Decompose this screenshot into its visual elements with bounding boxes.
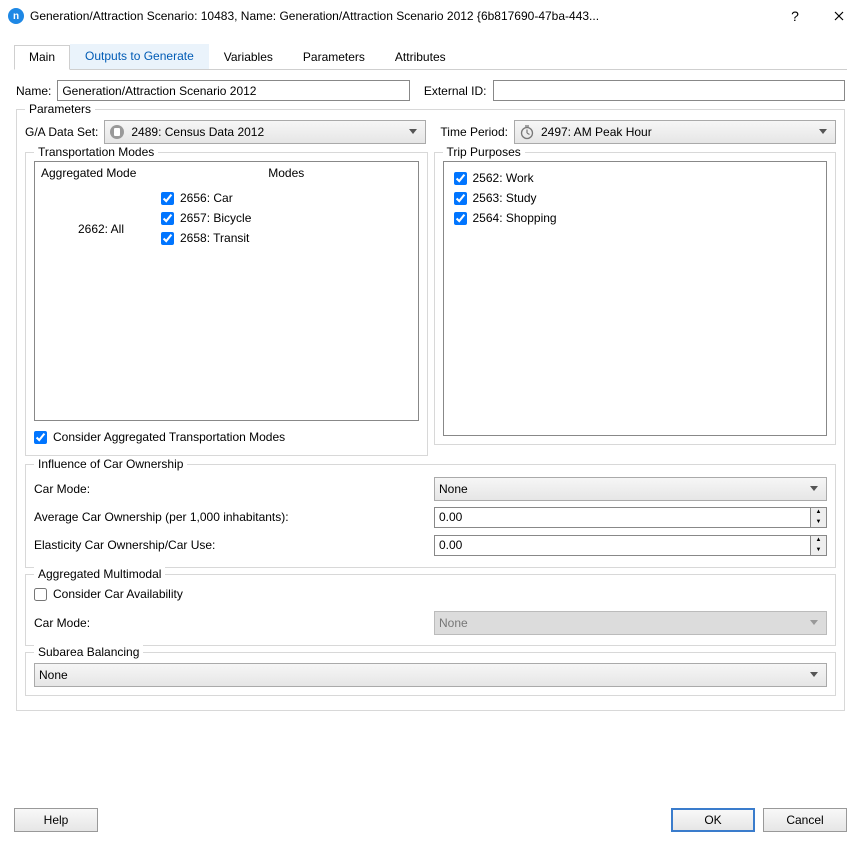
purpose-label: 2564: Shopping xyxy=(473,211,557,225)
purpose-checkbox-work[interactable] xyxy=(454,172,467,185)
influence-fieldset: Influence of Car Ownership Car Mode: Non… xyxy=(25,464,836,568)
car-mode-combo[interactable]: None xyxy=(434,477,827,501)
aggregated-mode-value: 2662: All xyxy=(41,188,161,248)
close-icon xyxy=(834,11,844,21)
external-id-label: External ID: xyxy=(424,84,487,98)
cancel-button[interactable]: Cancel xyxy=(763,808,847,832)
column-modes: Modes xyxy=(155,162,418,184)
transportation-modes-group: Transportation Modes Aggregated Mode Mod… xyxy=(25,152,428,456)
name-label: Name: xyxy=(16,84,51,98)
influence-legend: Influence of Car Ownership xyxy=(34,457,187,471)
mode-row: 2656: Car xyxy=(161,188,412,208)
tab-variables[interactable]: Variables xyxy=(209,45,288,70)
trip-purposes-legend: Trip Purposes xyxy=(443,145,525,159)
subarea-legend: Subarea Balancing xyxy=(34,645,143,659)
modes-table: Aggregated Mode Modes 2662: All 2656: Ca… xyxy=(34,161,419,421)
help-button-footer[interactable]: Help xyxy=(14,808,98,832)
subarea-fieldset: Subarea Balancing None xyxy=(25,652,836,696)
mm-car-mode-label: Car Mode: xyxy=(34,616,434,630)
subarea-combo[interactable]: None xyxy=(34,663,827,687)
column-aggregated-mode: Aggregated Mode xyxy=(35,162,155,184)
titlebar: n Generation/Attraction Scenario: 10483,… xyxy=(0,0,861,32)
time-period-combo[interactable]: 2497: AM Peak Hour xyxy=(514,120,836,144)
purpose-row: 2564: Shopping xyxy=(454,208,817,228)
subarea-value: None xyxy=(39,668,800,682)
mode-checkbox-transit[interactable] xyxy=(161,232,174,245)
trip-purposes-group: Trip Purposes 2562: Work 2563: Study xyxy=(434,152,837,445)
external-id-input[interactable] xyxy=(493,80,845,101)
name-input[interactable] xyxy=(57,80,409,101)
mode-row: 2658: Transit xyxy=(161,228,412,248)
consider-aggregated-label: Consider Aggregated Transportation Modes xyxy=(53,430,285,444)
tab-parameters[interactable]: Parameters xyxy=(288,45,380,70)
mode-row: 2657: Bicycle xyxy=(161,208,412,228)
avg-ownership-input[interactable] xyxy=(435,508,810,527)
transportation-modes-legend: Transportation Modes xyxy=(34,145,158,159)
chevron-down-icon xyxy=(405,129,421,135)
mode-label: 2658: Transit xyxy=(180,231,249,245)
multimodal-fieldset: Aggregated Multimodal Consider Car Avail… xyxy=(25,574,836,646)
ga-dataset-combo[interactable]: 2489: Census Data 2012 xyxy=(104,120,426,144)
help-button[interactable]: ? xyxy=(773,0,817,32)
dataset-icon xyxy=(109,124,125,140)
consider-aggregated-checkbox[interactable] xyxy=(34,431,47,444)
tab-outputs[interactable]: Outputs to Generate xyxy=(70,44,209,69)
avg-ownership-label: Average Car Ownership (per 1,000 inhabit… xyxy=(34,510,434,524)
car-mode-label: Car Mode: xyxy=(34,482,434,496)
mm-car-mode-value: None xyxy=(439,616,800,630)
consider-car-availability-checkbox[interactable] xyxy=(34,588,47,601)
window-title: Generation/Attraction Scenario: 10483, N… xyxy=(30,9,773,23)
spin-down-icon[interactable]: ▼ xyxy=(811,545,826,555)
time-period-value: 2497: AM Peak Hour xyxy=(541,125,809,139)
time-period-label: Time Period: xyxy=(440,125,508,139)
car-mode-value: None xyxy=(439,482,800,496)
tab-strip: Main Outputs to Generate Variables Param… xyxy=(14,44,847,70)
chevron-down-icon xyxy=(806,620,822,626)
avg-ownership-spin[interactable]: ▲▼ xyxy=(434,507,827,528)
purpose-checkbox-study[interactable] xyxy=(454,192,467,205)
mm-car-mode-combo: None xyxy=(434,611,827,635)
purpose-label: 2563: Study xyxy=(473,191,537,205)
footer: Help OK Cancel xyxy=(14,808,847,832)
purpose-label: 2562: Work xyxy=(473,171,534,185)
tab-main[interactable]: Main xyxy=(14,45,70,70)
spin-down-icon[interactable]: ▼ xyxy=(811,517,826,527)
consider-car-availability-label: Consider Car Availability xyxy=(53,587,183,601)
mode-checkbox-bicycle[interactable] xyxy=(161,212,174,225)
elasticity-spin[interactable]: ▲▼ xyxy=(434,535,827,556)
purpose-checkbox-shopping[interactable] xyxy=(454,212,467,225)
app-icon: n xyxy=(8,8,24,24)
ok-button[interactable]: OK xyxy=(671,808,755,832)
close-button[interactable] xyxy=(817,0,861,32)
tab-attributes[interactable]: Attributes xyxy=(380,45,461,70)
clock-icon xyxy=(519,124,535,140)
ga-dataset-value: 2489: Census Data 2012 xyxy=(131,125,399,139)
purpose-row: 2562: Work xyxy=(454,168,817,188)
elasticity-input[interactable] xyxy=(435,536,810,555)
ga-dataset-label: G/A Data Set: xyxy=(25,125,98,139)
mode-label: 2657: Bicycle xyxy=(180,211,251,225)
chevron-down-icon xyxy=(806,486,822,492)
parameters-legend: Parameters xyxy=(25,102,95,116)
purpose-row: 2563: Study xyxy=(454,188,817,208)
parameters-fieldset: Parameters G/A Data Set: 2489: Census Da… xyxy=(16,109,845,711)
trip-purposes-list: 2562: Work 2563: Study 2564: Shopping xyxy=(443,161,828,436)
elasticity-label: Elasticity Car Ownership/Car Use: xyxy=(34,538,434,552)
multimodal-legend: Aggregated Multimodal xyxy=(34,567,165,581)
chevron-down-icon xyxy=(815,129,831,135)
spin-up-icon[interactable]: ▲ xyxy=(811,536,826,546)
spin-up-icon[interactable]: ▲ xyxy=(811,508,826,518)
chevron-down-icon xyxy=(806,672,822,678)
mode-label: 2656: Car xyxy=(180,191,233,205)
mode-checkbox-car[interactable] xyxy=(161,192,174,205)
